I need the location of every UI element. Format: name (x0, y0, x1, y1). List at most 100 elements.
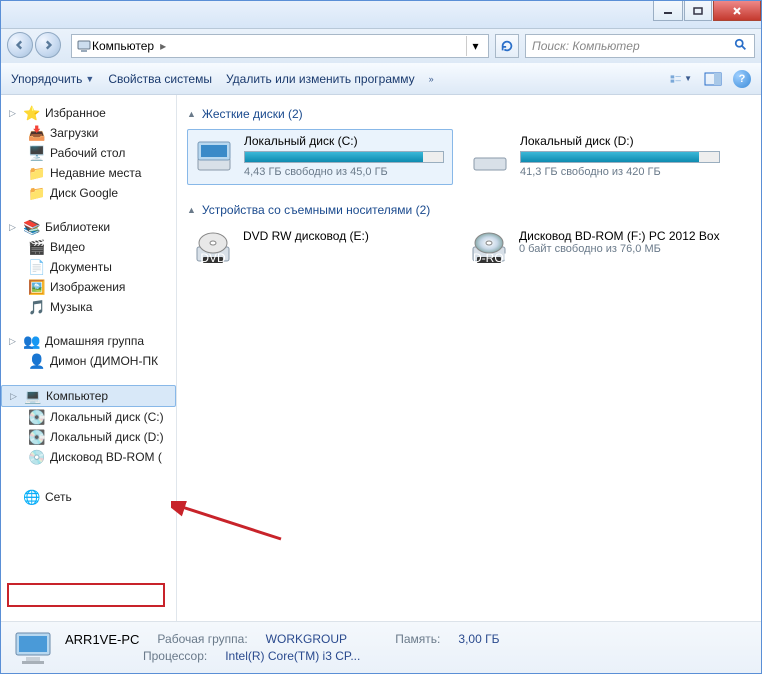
chevron-right-icon: ▸ (156, 39, 170, 53)
device-dvd[interactable]: DVD DVD RW дисковод (E:) (187, 225, 453, 277)
organize-label: Упорядочить (11, 72, 82, 86)
nav-desktop[interactable]: 🖥️Рабочий стол (1, 143, 176, 163)
drive-c-bar (244, 151, 444, 163)
device-bdrom-name: Дисковод BD-ROM (F:) PC 2012 Box (519, 229, 725, 243)
uninstall-button[interactable]: Удалить или изменить программу (226, 72, 415, 86)
computer-icon: 💻 (25, 388, 41, 404)
homegroup-icon: 👥 (24, 333, 40, 349)
toolbar-overflow[interactable]: » (429, 74, 434, 84)
svg-text:DVD: DVD (200, 251, 226, 265)
forward-button[interactable] (35, 32, 61, 58)
expand-icon: ▷ (10, 391, 20, 402)
nav-downloads[interactable]: 📥Загрузки (1, 123, 176, 143)
recent-icon: 📁 (29, 165, 45, 181)
nav-computer[interactable]: ▷💻Компьютер (1, 385, 176, 407)
status-bar: ARR1VE-PC Рабочая группа: WORKGROUP Памя… (1, 621, 761, 673)
search-input[interactable]: Поиск: Компьютер (525, 34, 755, 58)
hdd-icon (468, 134, 512, 178)
status-computer-name: ARR1VE-PC (65, 632, 139, 647)
nav-favorites-label: Избранное (45, 106, 106, 120)
nav-libraries-label: Библиотеки (45, 220, 110, 234)
svg-text:CD-ROM: CD-ROM (469, 251, 509, 265)
address-bar[interactable]: Компьютер▸ ▾ (71, 34, 489, 58)
breadcrumb-label: Компьютер (92, 39, 154, 53)
status-memory: 3,00 ГБ (458, 632, 499, 647)
nav-homegroup-label: Домашняя группа (45, 334, 144, 348)
organize-button[interactable]: Упорядочить▼ (11, 72, 94, 86)
network-icon: 🌐 (24, 489, 40, 505)
computer-icon (11, 626, 55, 670)
nav-pictures[interactable]: 🖼️Изображения (1, 277, 176, 297)
minimize-button[interactable] (653, 1, 683, 21)
device-dvd-name: DVD RW дисковод (E:) (243, 229, 449, 243)
nav-drive-c[interactable]: 💽Локальный диск (C:) (1, 407, 176, 427)
nav-favorites[interactable]: ▷ ⭐ Избранное (1, 103, 176, 123)
drive-d-bar (520, 151, 720, 163)
picture-icon: 🖼️ (29, 279, 45, 295)
uninstall-label: Удалить или изменить программу (226, 72, 415, 86)
group-removable[interactable]: ▲Устройства со съемными носителями (2) (187, 203, 751, 217)
nav-bdrom[interactable]: 💿Дисковод BD-ROM ( (1, 447, 176, 467)
drive-c[interactable]: Локальный диск (C:) 4,43 ГБ свободно из … (187, 129, 453, 185)
collapse-icon: ▲ (187, 109, 196, 119)
cd-icon: 💿 (29, 449, 45, 465)
libraries-icon: 📚 (24, 219, 40, 235)
address-dropdown[interactable]: ▾ (466, 36, 484, 56)
nav-homegroup[interactable]: ▷ 👥 Домашняя группа (1, 331, 176, 351)
group-hard-drives[interactable]: ▲ Жесткие диски (2) (187, 107, 751, 121)
nav-music[interactable]: 🎵Музыка (1, 297, 176, 317)
drive-d-name: Локальный диск (D:) (520, 134, 724, 148)
close-button[interactable] (713, 1, 761, 21)
refresh-button[interactable] (495, 34, 519, 58)
expand-icon: ▷ (9, 336, 19, 347)
chevron-down-icon: ▼ (85, 74, 94, 84)
folder-icon: 📥 (29, 125, 45, 141)
nav-network[interactable]: ▷🌐Сеть (1, 487, 176, 507)
nav-network-label: Сеть (45, 490, 72, 504)
hdd-icon (192, 134, 236, 178)
nav-recent[interactable]: 📁Недавние места (1, 163, 176, 183)
annotation-arrow (171, 501, 291, 551)
computer-icon (76, 38, 92, 54)
toolbar: Упорядочить▼ Свойства системы Удалить ил… (1, 63, 761, 95)
music-icon: 🎵 (29, 299, 45, 315)
nav-drive-d[interactable]: 💽Локальный диск (D:) (1, 427, 176, 447)
device-bdrom-sub: 0 байт свободно из 76,0 МБ (519, 243, 725, 255)
group-removable-title: Устройства со съемными носителями (2) (202, 203, 430, 217)
titlebar (1, 1, 761, 29)
expand-icon: ▷ (9, 108, 19, 119)
preview-pane-button[interactable] (701, 68, 725, 90)
view-button[interactable]: ▼ (669, 68, 693, 90)
dvd-icon: DVD (191, 229, 235, 273)
device-bdrom[interactable]: CD-ROM Дисковод BD-ROM (F:) PC 2012 Box … (463, 225, 729, 277)
document-icon: 📄 (29, 259, 45, 275)
nav-homegroup-user[interactable]: 👤Димон (ДИМОН-ПК (1, 351, 176, 371)
video-icon: 🎬 (29, 239, 45, 255)
status-workgroup: WORKGROUP (266, 632, 347, 647)
nav-videos[interactable]: 🎬Видео (1, 237, 176, 257)
star-icon: ⭐ (24, 105, 40, 121)
back-button[interactable] (7, 32, 33, 58)
search-icon (734, 38, 748, 55)
nav-libraries[interactable]: ▷ 📚 Библиотеки (1, 217, 176, 237)
help-button[interactable]: ? (733, 70, 751, 88)
disk-icon: 💽 (29, 429, 45, 445)
breadcrumb[interactable]: Компьютер▸ (92, 39, 170, 53)
drive-c-name: Локальный диск (C:) (244, 134, 448, 148)
nav-google-drive[interactable]: 📁Диск Google (1, 183, 176, 203)
desktop-icon: 🖥️ (29, 145, 45, 161)
navigation-pane: ▷ ⭐ Избранное 📥Загрузки 🖥️Рабочий стол 📁Не… (1, 95, 177, 621)
annotation-highlight (7, 583, 165, 607)
expand-icon: ▷ (9, 222, 19, 233)
maximize-button[interactable] (684, 1, 712, 21)
user-icon: 👤 (29, 353, 45, 369)
drive-d[interactable]: Локальный диск (D:) 41,3 ГБ свободно из … (463, 129, 729, 185)
gdrive-icon: 📁 (29, 185, 45, 201)
status-cpu: Intel(R) Core(TM) i3 CP... (225, 649, 360, 663)
sysprops-label: Свойства системы (108, 72, 212, 86)
drive-d-free: 41,3 ГБ свободно из 420 ГБ (520, 166, 724, 178)
system-properties-button[interactable]: Свойства системы (108, 72, 212, 86)
group-hdd-title: Жесткие диски (2) (202, 107, 303, 121)
address-row: Компьютер▸ ▾ Поиск: Компьютер (1, 29, 761, 63)
nav-documents[interactable]: 📄Документы (1, 257, 176, 277)
